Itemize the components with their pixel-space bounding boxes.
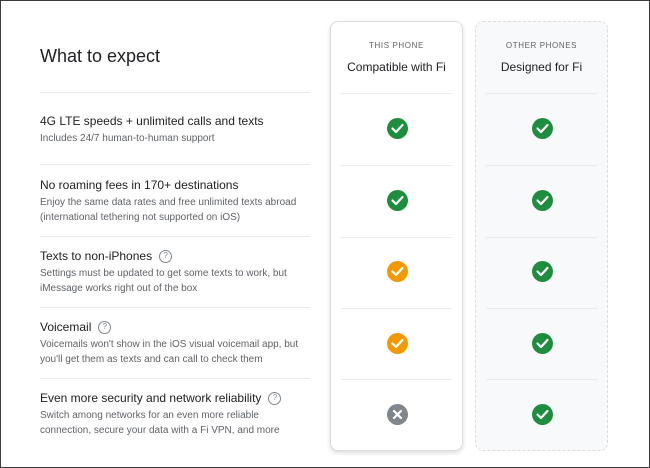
help-icon[interactable]: ?: [268, 391, 282, 405]
feature-description: Settings must be updated to get some tex…: [40, 268, 287, 294]
divider: [486, 165, 597, 166]
feature-row: Voicemail? Voicemails won't show in the …: [40, 319, 320, 367]
feature-title: Voicemail?: [40, 319, 320, 335]
partial-check-icon: [387, 261, 408, 282]
column-eyebrow: THIS PHONE: [369, 41, 424, 50]
divider: [40, 307, 310, 308]
check-icon: [532, 190, 553, 211]
unsupported-x-icon: [387, 404, 408, 425]
divider: [341, 237, 452, 238]
divider: [40, 236, 310, 237]
feature-row: 4G LTE speeds + unlimited calls and text…: [40, 113, 320, 146]
divider: [341, 165, 452, 166]
feature-description: Switch among networks for an even more r…: [40, 410, 280, 436]
help-icon[interactable]: ?: [98, 320, 112, 334]
comparison-panel: What to expect THIS PHONE Compatible wit…: [0, 0, 650, 468]
divider: [486, 379, 597, 380]
divider: [341, 379, 452, 380]
feature-description: Enjoy the same data rates and free unlim…: [40, 197, 297, 223]
check-icon: [532, 404, 553, 425]
feature-row: Texts to non-iPhones? Settings must be u…: [40, 248, 320, 296]
help-icon[interactable]: ?: [159, 249, 173, 263]
feature-title: No roaming fees in 170+ destinations: [40, 178, 239, 192]
check-icon: [532, 118, 553, 139]
divider: [40, 92, 310, 93]
column-title: Compatible with Fi: [347, 60, 446, 74]
feature-title: Even more security and network reliabili…: [40, 390, 320, 406]
page-title: What to expect: [40, 46, 161, 66]
divider: [40, 378, 310, 379]
feature-title: Texts to non-iPhones?: [40, 248, 320, 264]
divider: [341, 308, 452, 309]
feature-row: No roaming fees in 170+ destinations Enj…: [40, 177, 320, 225]
column-eyebrow: OTHER PHONES: [505, 41, 578, 50]
feature-description: Voicemails won't show in the iOS visual …: [40, 339, 299, 365]
column-this-phone: THIS PHONE Compatible with Fi: [330, 21, 463, 451]
divider: [341, 93, 452, 94]
feature-row: Even more security and network reliabili…: [40, 390, 320, 438]
divider: [486, 93, 597, 94]
divider: [486, 237, 597, 238]
check-icon: [387, 190, 408, 211]
feature-description: Includes 24/7 human-to-human support: [40, 133, 215, 144]
divider: [40, 164, 310, 165]
column-title: Designed for Fi: [500, 60, 583, 74]
check-icon: [532, 333, 553, 354]
check-icon: [532, 261, 553, 282]
check-icon: [387, 118, 408, 139]
partial-check-icon: [387, 333, 408, 354]
divider: [486, 308, 597, 309]
column-other-phones: OTHER PHONES Designed for Fi: [475, 21, 608, 451]
feature-title: 4G LTE speeds + unlimited calls and text…: [40, 114, 264, 128]
